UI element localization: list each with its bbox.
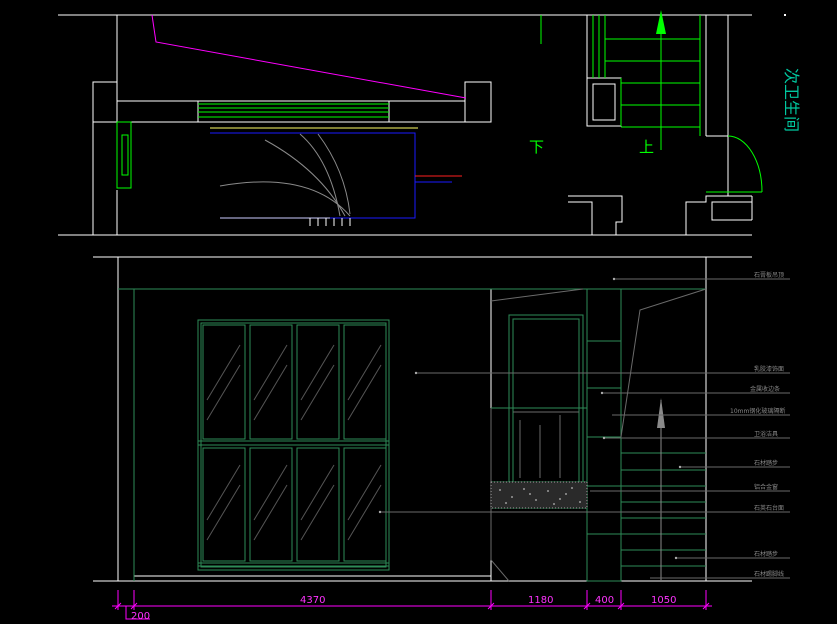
plan-ticks — [309, 218, 351, 226]
elevation-green — [118, 288, 706, 581]
cad-drawing-canvas: 下 上 次卫生间 石膏板吊顶 乳胶漆饰面 金属收边条 10mm钢化玻璃隔断 卫浴… — [0, 0, 837, 624]
annotation-dots — [378, 277, 682, 560]
annotation-label: 乳胶漆饰面 — [754, 365, 784, 373]
annotation-label: 石材踢脚线 — [754, 570, 784, 578]
dimension-label-1050: 1050 — [651, 595, 676, 606]
annotation-label: 石材踏步 — [754, 459, 778, 467]
glass-hatch — [206, 344, 382, 541]
plan-green-lines — [116, 15, 763, 193]
annotation-label: 金属收边条 — [750, 385, 780, 393]
elevation-up-arrow-icon — [657, 398, 665, 428]
dimension-label-1180: 1180 — [528, 595, 553, 606]
annotation-label: 石英石台面 — [754, 504, 784, 512]
stair-up-label: 上 — [639, 138, 654, 156]
room-title: 次卫生间 — [782, 68, 801, 132]
annotation-label: 10mm钢化玻璃隔断 — [730, 407, 785, 415]
annotation-leaders — [380, 278, 790, 579]
elevation-right — [491, 288, 706, 582]
annotation-label: 石膏板吊顶 — [754, 271, 784, 279]
corner-mark — [784, 14, 786, 16]
floor-plan — [58, 14, 753, 236]
dimension-label-400: 400 — [595, 595, 614, 606]
annotation-label: 石材踏步 — [754, 550, 778, 558]
plan-fixture — [210, 127, 462, 219]
dimension-line — [112, 590, 712, 620]
annotation-label: 铝合金窗 — [754, 483, 778, 491]
stair-down-label: 下 — [529, 138, 544, 156]
dimension-label-200: 200 — [131, 611, 150, 622]
elevation-grey — [490, 288, 707, 582]
annotation-label: 卫浴洁具 — [754, 430, 778, 438]
slope-line — [151, 14, 467, 99]
countertop-stone — [490, 481, 588, 509]
up-arrow-icon — [656, 10, 666, 34]
dimension-label-4370: 4370 — [300, 595, 325, 606]
